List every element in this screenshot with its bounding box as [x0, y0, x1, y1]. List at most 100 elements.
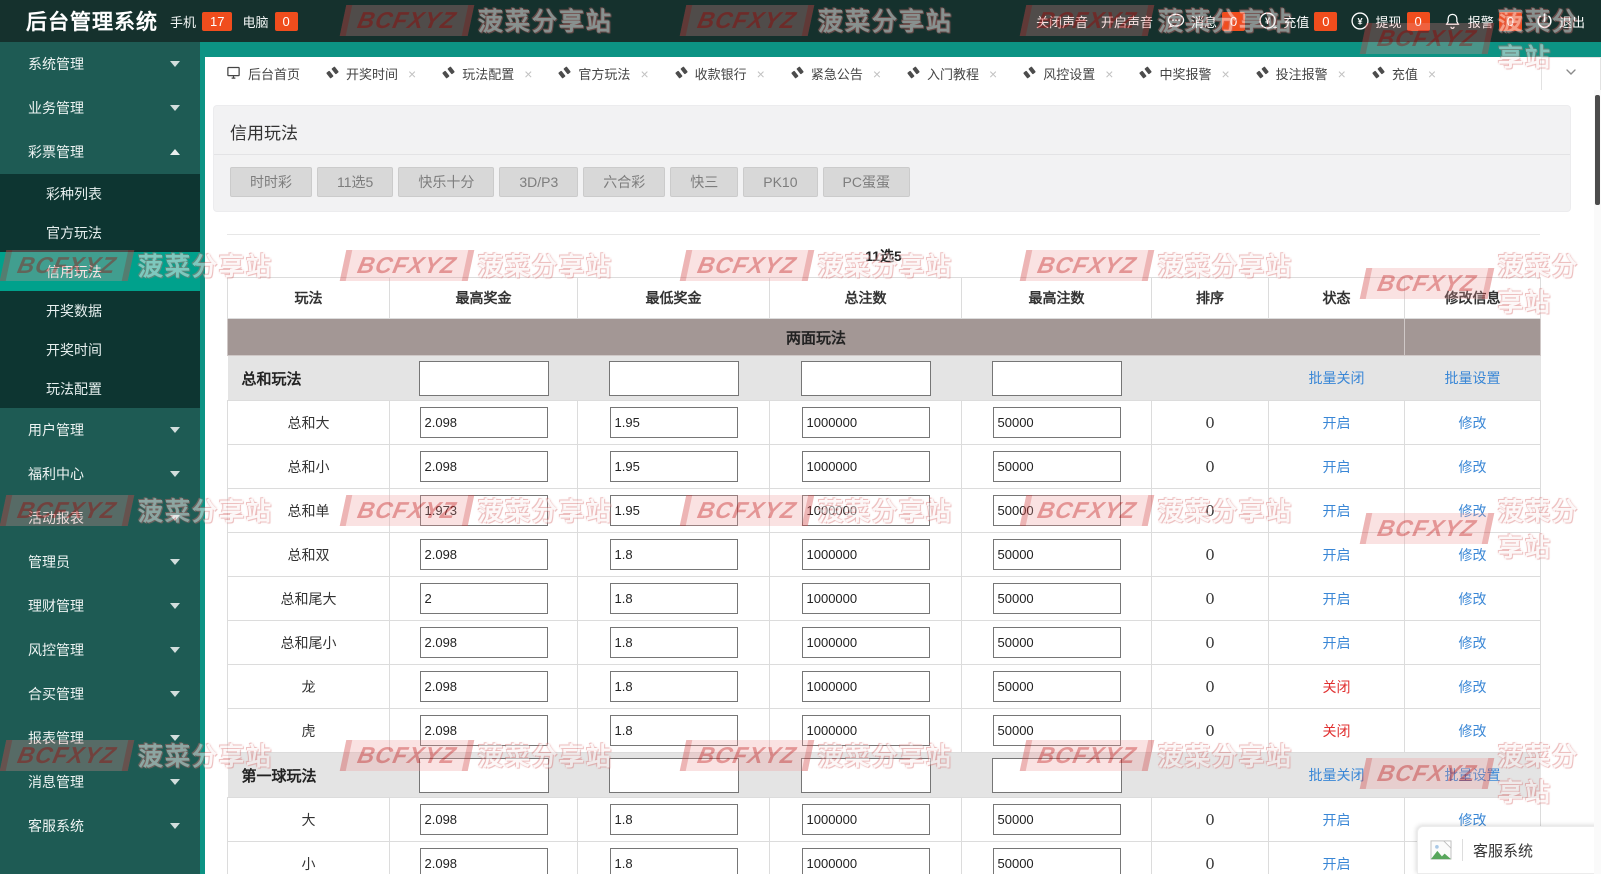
max-odds-input[interactable]	[419, 804, 548, 835]
tab-overflow-button[interactable]	[1541, 57, 1601, 90]
max-odds-input[interactable]	[419, 671, 548, 702]
min-odds-input[interactable]	[609, 495, 738, 526]
min-odds-input[interactable]	[609, 715, 738, 746]
status-toggle-link[interactable]: 开启	[1323, 503, 1351, 519]
sidebar-subitem[interactable]: 信用玩法	[0, 252, 200, 291]
batch-max-bets-input[interactable]	[991, 360, 1122, 396]
tab-item[interactable]: 投注报警 ×	[1243, 57, 1359, 90]
min-odds-input[interactable]	[609, 627, 738, 658]
max-odds-input[interactable]	[419, 495, 548, 526]
game-button[interactable]: PK10	[743, 167, 818, 197]
tab-item[interactable]: 充值 ×	[1359, 57, 1449, 90]
max-bets-input[interactable]	[992, 848, 1121, 874]
sidebar-subitem[interactable]: 官方玩法	[0, 213, 200, 252]
max-odds-input[interactable]	[419, 583, 548, 614]
batch-min-odds-input[interactable]	[608, 757, 739, 793]
game-button[interactable]: 时时彩	[230, 167, 312, 197]
customer-service-widget[interactable]: 客服系统	[1417, 826, 1601, 874]
modify-link[interactable]: 修改	[1459, 635, 1487, 651]
max-odds-input[interactable]	[419, 451, 548, 482]
min-odds-input[interactable]	[609, 407, 738, 438]
game-button[interactable]: 3D/P3	[499, 167, 579, 197]
game-button[interactable]: 11选5	[317, 167, 394, 197]
header-item-报警[interactable]: 报警 0	[1443, 11, 1522, 31]
sidebar-item[interactable]: 系统管理	[0, 42, 200, 86]
tab-close-icon[interactable]: ×	[1428, 66, 1436, 82]
tab-item[interactable]: 玩法配置 ×	[429, 57, 545, 90]
total-bets-input[interactable]	[801, 451, 930, 482]
max-bets-input[interactable]	[992, 804, 1121, 835]
sidebar-item[interactable]: 报表管理	[0, 716, 200, 760]
max-bets-input[interactable]	[992, 539, 1121, 570]
header-item-提现[interactable]: ¥ 提现 0	[1350, 11, 1430, 31]
game-button[interactable]: 快乐十分	[398, 167, 495, 197]
batch-total-bets-input[interactable]	[800, 360, 931, 396]
sidebar-item[interactable]: 消息管理	[0, 760, 200, 804]
min-odds-input[interactable]	[609, 539, 738, 570]
modify-link[interactable]: 修改	[1459, 415, 1487, 431]
sidebar-item[interactable]: 管理员	[0, 540, 200, 584]
game-button[interactable]: PC蛋蛋	[822, 167, 910, 197]
sidebar-item[interactable]: 理财管理	[0, 584, 200, 628]
status-toggle-link[interactable]: 开启	[1323, 856, 1351, 872]
max-odds-input[interactable]	[419, 848, 548, 874]
max-bets-input[interactable]	[992, 715, 1121, 746]
min-odds-input[interactable]	[609, 848, 738, 874]
tab-close-icon[interactable]: ×	[524, 66, 532, 82]
sidebar-item[interactable]: 用户管理	[0, 408, 200, 452]
min-odds-input[interactable]	[609, 804, 738, 835]
header-item-消息[interactable]: 消息 0	[1166, 11, 1246, 31]
total-bets-input[interactable]	[801, 627, 930, 658]
sound-off-link[interactable]: 关闭声音	[1036, 12, 1088, 31]
tab-item[interactable]: 开奖时间 ×	[313, 57, 429, 90]
tab-close-icon[interactable]: ×	[1221, 66, 1229, 82]
batch-close-link[interactable]: 批量关闭	[1309, 767, 1365, 783]
max-odds-input[interactable]	[419, 715, 548, 746]
total-bets-input[interactable]	[801, 848, 930, 874]
min-odds-input[interactable]	[609, 451, 738, 482]
tab-close-icon[interactable]: ×	[408, 66, 416, 82]
max-bets-input[interactable]	[992, 495, 1121, 526]
scrollbar-thumb[interactable]	[1595, 95, 1600, 205]
max-odds-input[interactable]	[419, 627, 548, 658]
modify-link[interactable]: 修改	[1459, 459, 1487, 475]
max-odds-input[interactable]	[419, 407, 548, 438]
total-bets-input[interactable]	[801, 671, 930, 702]
total-bets-input[interactable]	[801, 495, 930, 526]
batch-max-odds-input[interactable]	[418, 360, 549, 396]
status-toggle-link[interactable]: 开启	[1323, 547, 1351, 563]
batch-set-link[interactable]: 批量设置	[1445, 767, 1501, 783]
total-bets-input[interactable]	[801, 407, 930, 438]
min-odds-input[interactable]	[609, 583, 738, 614]
modify-link[interactable]: 修改	[1459, 503, 1487, 519]
tab-home[interactable]: 后台首页	[213, 57, 313, 90]
tab-item[interactable]: 中奖报警 ×	[1126, 57, 1242, 90]
vertical-scrollbar[interactable]	[1594, 90, 1601, 874]
tab-item[interactable]: 入门教程 ×	[894, 57, 1010, 90]
sidebar-item[interactable]: 福利中心	[0, 452, 200, 496]
max-bets-input[interactable]	[992, 627, 1121, 658]
tab-item[interactable]: 风控设置 ×	[1010, 57, 1126, 90]
max-bets-input[interactable]	[992, 671, 1121, 702]
tab-item[interactable]: 紧急公告 ×	[778, 57, 894, 90]
status-toggle-link[interactable]: 开启	[1323, 812, 1351, 828]
total-bets-input[interactable]	[801, 804, 930, 835]
sidebar-item[interactable]: 风控管理	[0, 628, 200, 672]
batch-set-link[interactable]: 批量设置	[1445, 370, 1501, 386]
logout-button[interactable]: 退出	[1535, 11, 1585, 31]
total-bets-input[interactable]	[801, 539, 930, 570]
max-bets-input[interactable]	[992, 451, 1121, 482]
total-bets-input[interactable]	[801, 583, 930, 614]
modify-link[interactable]: 修改	[1459, 547, 1487, 563]
modify-link[interactable]: 修改	[1459, 723, 1487, 739]
sidebar-item[interactable]: 业务管理	[0, 86, 200, 130]
sidebar-item[interactable]: 彩票管理	[0, 130, 200, 174]
tab-close-icon[interactable]: ×	[1338, 66, 1346, 82]
batch-close-link[interactable]: 批量关闭	[1309, 370, 1365, 386]
status-toggle-link[interactable]: 关闭	[1323, 679, 1351, 695]
max-bets-input[interactable]	[992, 583, 1121, 614]
sidebar-item[interactable]: 客服系统	[0, 804, 200, 848]
max-odds-input[interactable]	[419, 539, 548, 570]
batch-max-odds-input[interactable]	[418, 757, 549, 793]
sidebar-subitem[interactable]: 玩法配置	[0, 369, 200, 408]
